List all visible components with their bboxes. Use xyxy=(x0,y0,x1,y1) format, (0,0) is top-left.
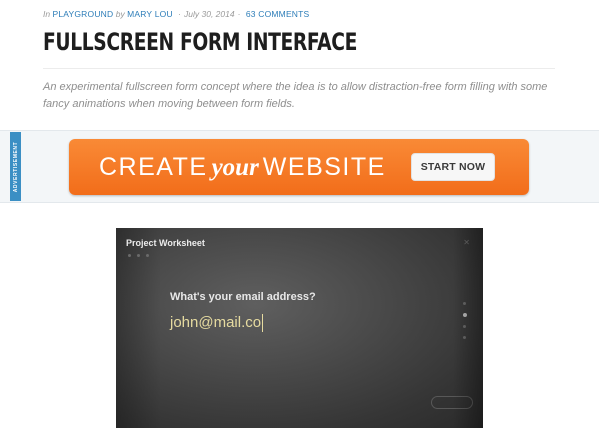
category-link[interactable]: PLAYGROUND xyxy=(52,9,113,19)
advertisement-tag-label: ADVERTISEMENT xyxy=(12,141,19,192)
advertisement-tag: ADVERTISEMENT xyxy=(10,132,21,201)
meta-by-label: by xyxy=(115,9,125,19)
ad-headline-mid: your xyxy=(211,154,259,181)
title-divider xyxy=(43,68,555,69)
article-page: In PLAYGROUND by MARY LOU · July 30, 2014… xyxy=(0,0,599,443)
start-now-button[interactable]: START NOW xyxy=(411,153,495,181)
nav-dot[interactable] xyxy=(463,302,466,305)
nav-dot-active[interactable] xyxy=(462,313,467,317)
email-input[interactable]: john@mail.co xyxy=(170,314,264,332)
article-excerpt: An experimental fullscreen form concept … xyxy=(43,81,548,110)
nav-dot[interactable] xyxy=(463,325,466,328)
demo-preview[interactable]: Project Worksheet ✕ What's your email ad… xyxy=(116,228,483,428)
close-icon[interactable]: ✕ xyxy=(463,238,470,247)
nav-dot[interactable] xyxy=(463,336,466,339)
post-meta: In PLAYGROUND by MARY LOU · July 30, 2014… xyxy=(43,9,309,19)
article-title[interactable]: FULLSCREEN FORM INTERFACE xyxy=(43,28,357,56)
ad-banner[interactable]: CREATE your WEBSITE START NOW xyxy=(69,139,529,195)
meta-separator: · xyxy=(178,9,182,19)
form-question: What's your email address? xyxy=(170,291,316,303)
demo-progress-dots xyxy=(128,254,149,257)
post-date: July 30, 2014 xyxy=(184,9,235,19)
author-link[interactable]: MARY LOU xyxy=(127,9,173,19)
comments-link[interactable]: 63 COMMENTS xyxy=(246,9,310,19)
next-button[interactable] xyxy=(431,396,473,409)
meta-in-label: In xyxy=(43,9,51,19)
ad-headline: CREATE your WEBSITE xyxy=(99,153,386,182)
ad-headline-right: WEBSITE xyxy=(262,153,386,181)
field-nav-dots[interactable] xyxy=(462,302,467,339)
meta-separator: · xyxy=(237,9,241,19)
demo-header-title: Project Worksheet xyxy=(126,238,205,248)
ad-headline-left: CREATE xyxy=(99,153,208,181)
